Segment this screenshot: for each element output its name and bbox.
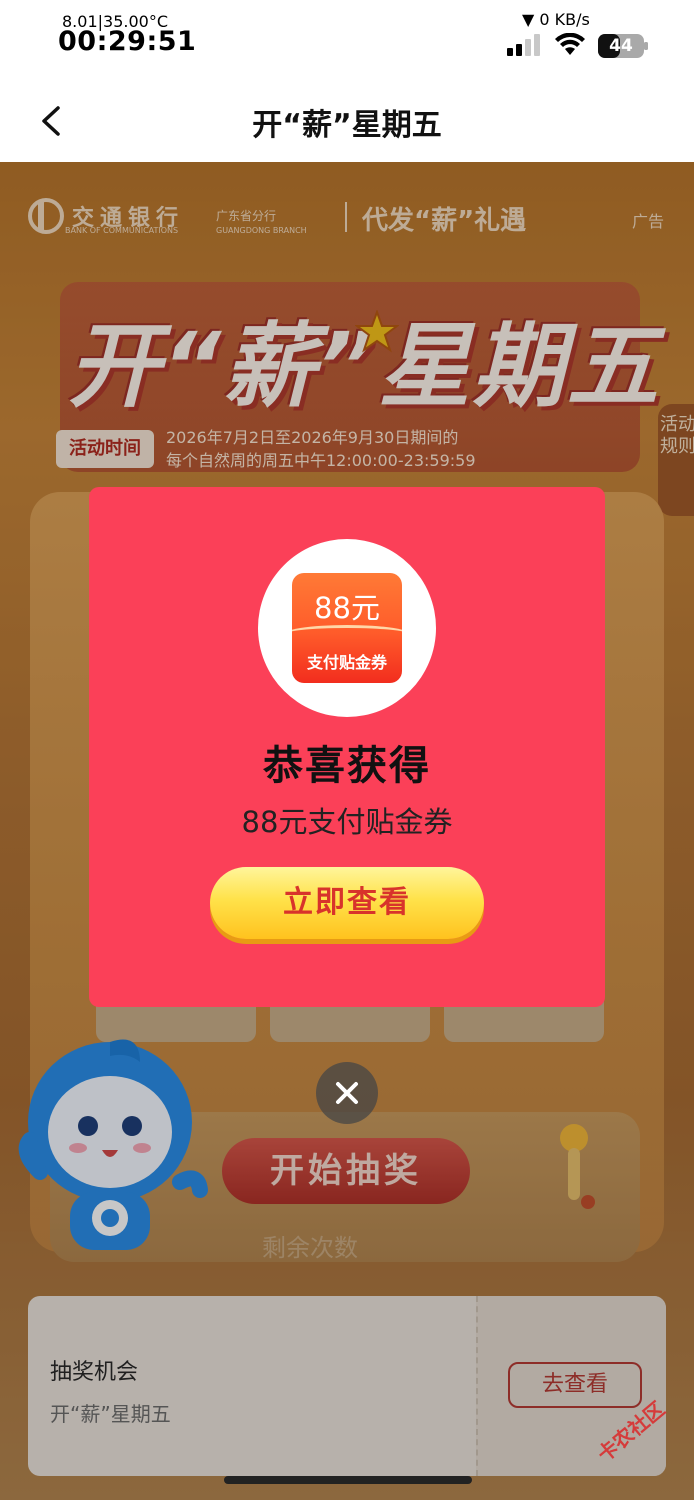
prize-description: 88元支付贴金券	[241, 805, 453, 839]
close-modal-button[interactable]	[316, 1062, 378, 1124]
cellular-signal-icon	[507, 34, 540, 56]
status-bar: 8.01|35.00°C 00:29:51 ▼ 0 KB/s 44	[0, 0, 694, 70]
congrats-heading: 恭喜获得	[263, 743, 431, 789]
coupon-wave	[292, 625, 402, 645]
wifi-icon	[555, 33, 585, 55]
nav-bar: 开“薪”星期五	[0, 70, 694, 162]
coupon-label: 支付贴金券	[306, 653, 387, 672]
page-title: 开“薪”星期五	[252, 108, 442, 143]
coupon-icon: 88元 支付贴金券	[292, 573, 402, 683]
coupon-amount: 88元	[314, 591, 380, 625]
view-now-button[interactable]: 立即查看	[210, 867, 484, 939]
battery-level: 44	[609, 36, 633, 56]
prize-modal: 88元 支付贴金券 恭喜获得 88元支付贴金券 立即查看	[89, 487, 605, 1007]
close-icon	[336, 1082, 358, 1104]
prize-image-circle: 88元 支付贴金券	[258, 539, 436, 717]
clock: 00:29:51	[58, 26, 197, 57]
network-speed: ▼ 0 KB/s	[522, 10, 590, 29]
battery-icon: 44	[598, 34, 648, 58]
home-indicator	[224, 1476, 472, 1484]
